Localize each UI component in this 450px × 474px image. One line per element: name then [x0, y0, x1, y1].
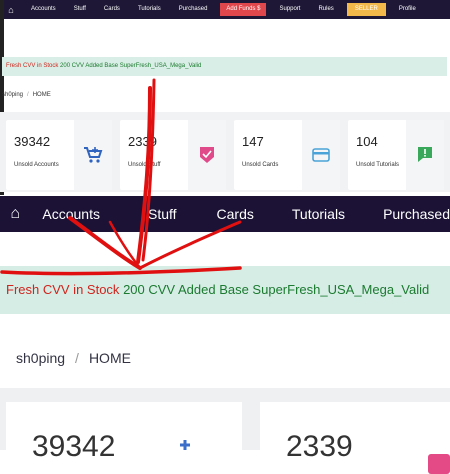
stats-row-large: 39342 2339: [0, 388, 450, 474]
banner-green-text: 200 CVV Added Base SuperFresh_USA_Mega_V…: [123, 282, 430, 297]
nav-item-tutorials[interactable]: Tutorials: [129, 0, 170, 19]
shield-check-icon: [188, 120, 226, 190]
nav-item-stuff[interactable]: Stuff: [65, 0, 95, 19]
nav-item-rules[interactable]: Rules: [309, 0, 342, 19]
seller-button[interactable]: SELLER: [346, 3, 386, 16]
stat-card-accounts[interactable]: 39342: [6, 402, 242, 463]
nav-item-cards[interactable]: Cards: [95, 0, 129, 19]
stat-label: Unsold Accounts: [14, 162, 59, 168]
stat-value: 2339: [286, 430, 353, 463]
nav-item-profile[interactable]: Profile: [390, 0, 425, 19]
breadcrumb-home: HOME: [88, 350, 131, 366]
cart-icon: [74, 120, 112, 190]
home-icon[interactable]: ⌂: [8, 205, 22, 223]
nav-item-accounts[interactable]: Accounts: [22, 0, 65, 19]
stat-card-accounts[interactable]: 39342 Unsold Accounts: [6, 120, 112, 190]
breadcrumb-sep: /: [75, 350, 79, 366]
stat-value: 147: [242, 134, 264, 149]
stock-banner-small: Fresh CVV in Stock 200 CVV Added Base Su…: [2, 57, 447, 76]
breadcrumb-small: sh0ping / HOME: [2, 92, 51, 98]
breadcrumb-large: sh0ping / HOME: [16, 350, 131, 366]
breadcrumb-shop[interactable]: sh0ping: [16, 350, 65, 366]
nav-item-purchased[interactable]: Purchased: [170, 0, 217, 19]
stat-value: 104: [356, 134, 378, 149]
nav-item-purchased[interactable]: Purchased: [383, 206, 450, 222]
cart-icon: [174, 438, 196, 459]
stat-label: Unsold Tutorials: [356, 162, 400, 168]
shield-check-icon: [428, 454, 450, 474]
stat-card-cards[interactable]: 147 Unsold Cards: [234, 120, 340, 190]
stats-row-small: 39342 Unsold Accounts 2339 Unsold Stuff …: [0, 112, 450, 192]
breadcrumb-sep: /: [27, 92, 29, 98]
stat-label: Unsold Cards: [242, 162, 279, 168]
nav-item-stuff[interactable]: Stuff: [148, 206, 177, 222]
stat-label: Unsold Stuff: [128, 162, 161, 168]
nav-item-support[interactable]: Support: [270, 0, 309, 19]
stat-card-tutorials[interactable]: 104 Unsold Tutorials: [348, 120, 444, 190]
stat-value: 39342: [32, 430, 116, 463]
home-icon[interactable]: ⌂: [6, 5, 16, 15]
stat-value: 2339: [128, 134, 157, 149]
stat-card-stuff[interactable]: 2339 Unsold Stuff: [120, 120, 226, 190]
nav-item-tutorials[interactable]: Tutorials: [292, 206, 345, 222]
chat-alert-icon: [406, 120, 444, 190]
card-icon: [302, 120, 340, 190]
top-nav-large: ⌂ Accounts Stuff Cards Tutorials Purchas…: [0, 196, 450, 232]
banner-red-text: Fresh CVV in Stock: [6, 63, 59, 69]
banner-green-text: 200 CVV Added Base SuperFresh_USA_Mega_V…: [60, 63, 202, 69]
stat-card-stuff[interactable]: 2339: [260, 402, 450, 474]
banner-red-text: Fresh CVV in Stock: [6, 282, 120, 297]
breadcrumb-shop[interactable]: sh0ping: [2, 92, 23, 98]
stock-banner-large: Fresh CVV in Stock 200 CVV Added Base Su…: [0, 266, 450, 314]
top-nav-small: ⌂ Accounts Stuff Cards Tutorials Purchas…: [0, 0, 450, 19]
add-funds-button[interactable]: Add Funds $: [220, 3, 267, 16]
stat-value: 39342: [14, 134, 51, 149]
breadcrumb-home: HOME: [32, 92, 51, 98]
nav-item-cards[interactable]: Cards: [217, 206, 254, 222]
nav-item-accounts[interactable]: Accounts: [42, 206, 100, 222]
